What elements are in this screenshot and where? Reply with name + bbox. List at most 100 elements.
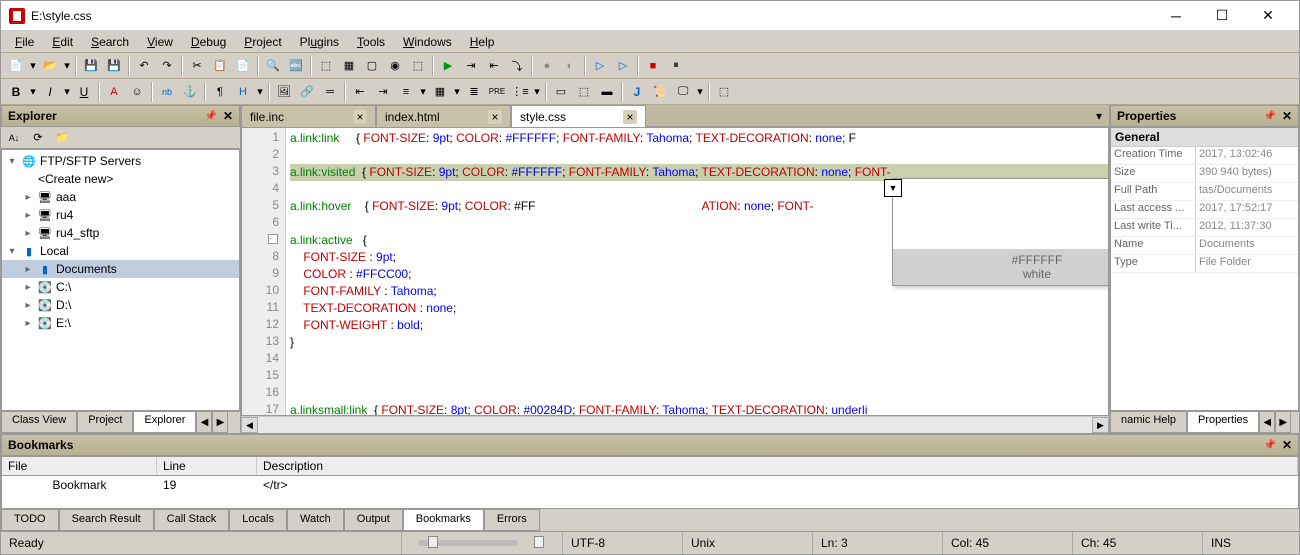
maximize-button[interactable]: ☐ <box>1199 1 1245 31</box>
bottom-tab[interactable]: Search Result <box>59 509 154 531</box>
minimize-button[interactable]: ─ <box>1153 1 1199 31</box>
hr-icon[interactable]: ═ <box>319 81 341 103</box>
new-file-icon[interactable]: 📄 <box>5 55 27 77</box>
color-tooltip[interactable]: ▼ #FFFFFFwhite <box>892 178 1109 286</box>
col-description[interactable]: Description <box>257 457 1298 475</box>
bottom-tab[interactable]: Locals <box>229 509 287 531</box>
property-row[interactable]: Last access ...2017, 17:52:17 <box>1111 201 1298 219</box>
play-icon[interactable]: ▷ <box>589 55 611 77</box>
scroll-right-icon[interactable]: ▶ <box>212 412 228 433</box>
highlight-icon[interactable]: ☺ <box>126 81 148 103</box>
tree-server[interactable]: ▸🖥ru4 <box>2 206 239 224</box>
open-dropdown-icon[interactable]: ▾ <box>62 55 72 77</box>
breakpoint-icon[interactable]: ● <box>536 55 558 77</box>
dropdown-icon[interactable]: ▾ <box>695 81 705 103</box>
menu-debug[interactable]: Debug <box>183 33 234 51</box>
dropdown-icon[interactable]: ▾ <box>255 81 265 103</box>
stop-icon[interactable]: ■ <box>642 55 664 77</box>
property-row[interactable]: Size390 940 bytes) <box>1111 165 1298 183</box>
status-eol[interactable]: Unix <box>682 532 812 554</box>
nbsp-icon[interactable]: nb <box>156 81 178 103</box>
dropdown-icon[interactable]: ▼ <box>884 179 902 197</box>
align-icon[interactable]: ≡ <box>395 81 417 103</box>
font-icon[interactable]: A <box>103 81 125 103</box>
layout-icon[interactable]: ⬚ <box>713 81 735 103</box>
close-tab-icon[interactable]: × <box>353 110 367 124</box>
status-encoding[interactable]: UTF-8 <box>562 532 682 554</box>
scroll-right-icon[interactable]: ▶ <box>1092 417 1109 433</box>
property-row[interactable]: Full Pathtas/Documents <box>1111 183 1298 201</box>
bottom-tab[interactable]: Errors <box>484 509 540 531</box>
refresh-icon[interactable]: ⟳ <box>27 127 49 149</box>
bookmark-row[interactable]: Bookmark 19 </tr> <box>1 476 1299 509</box>
image-icon[interactable]: 🖼 <box>273 81 295 103</box>
underline-icon[interactable]: U <box>73 81 95 103</box>
col-file[interactable]: File <box>2 457 157 475</box>
menu-help[interactable]: Help <box>462 33 503 51</box>
tab-explorer[interactable]: Explorer <box>133 412 196 433</box>
tab-classview[interactable]: Class View <box>1 412 77 433</box>
dropdown-icon[interactable]: ▾ <box>418 81 428 103</box>
menu-project[interactable]: Project <box>236 33 289 51</box>
replace-icon[interactable]: 🔤 <box>285 55 307 77</box>
explorer-tree[interactable]: ▾🌐FTP/SFTP Servers <Create new> ▸🖥aaa ▸🖥… <box>1 149 240 411</box>
close-icon[interactable]: ✕ <box>1282 109 1292 123</box>
sync-icon[interactable]: 📁 <box>51 127 73 149</box>
tab-project[interactable]: Project <box>77 412 133 433</box>
new-dropdown-icon[interactable]: ▾ <box>28 55 38 77</box>
pin-icon[interactable]: 📌 <box>1263 111 1275 122</box>
step-icon[interactable]: ⇥ <box>460 55 482 77</box>
tree-local-root[interactable]: ▾▮Local <box>2 242 239 260</box>
code-editor[interactable]: 1234567-891011121314151617 a.link:link {… <box>241 127 1109 416</box>
save-all-icon[interactable]: 💾 <box>103 55 125 77</box>
bottom-tab[interactable]: Watch <box>287 509 344 531</box>
indent-icon[interactable]: ⇤ <box>349 81 371 103</box>
preview-icon[interactable]: 🖵 <box>672 81 694 103</box>
close-icon[interactable]: ✕ <box>1282 438 1292 452</box>
tab-properties[interactable]: Properties <box>1187 412 1259 433</box>
step-icon[interactable]: ⇤ <box>483 55 505 77</box>
tree-drive[interactable]: ▸💽C:\ <box>2 278 239 296</box>
list-icon[interactable]: ⋮≡ <box>509 81 531 103</box>
scroll-right-icon[interactable]: ▶ <box>1275 412 1291 433</box>
dropdown-icon[interactable]: ▾ <box>28 81 38 103</box>
menu-tools[interactable]: Tools <box>349 33 393 51</box>
para-icon[interactable]: ¶ <box>209 81 231 103</box>
run-icon[interactable]: ▶ <box>437 55 459 77</box>
undo-icon[interactable]: ↶ <box>133 55 155 77</box>
bottom-tab[interactable]: Call Stack <box>154 509 230 531</box>
tool-icon[interactable]: ◉ <box>384 55 406 77</box>
property-row[interactable]: Last write Ti...2012, 11:37:30 <box>1111 219 1298 237</box>
tree-ftp-root[interactable]: ▾🌐FTP/SFTP Servers <box>2 152 239 170</box>
tree-server[interactable]: ▸🖥ru4_sftp <box>2 224 239 242</box>
dropdown-icon[interactable]: ▾ <box>532 81 542 103</box>
close-button[interactable]: ✕ <box>1245 1 1291 31</box>
save-icon[interactable]: 💾 <box>80 55 102 77</box>
dropdown-icon[interactable]: ▾ <box>62 81 72 103</box>
tool-icon[interactable]: ⬚ <box>407 55 429 77</box>
breakpoint-icon[interactable]: ◐ <box>559 55 581 77</box>
anchor-icon[interactable]: ⚓ <box>179 81 201 103</box>
pause-icon[interactable]: ⏸ <box>665 55 687 77</box>
close-tab-icon[interactable]: × <box>488 110 502 124</box>
tree-drive[interactable]: ▸💽E:\ <box>2 314 239 332</box>
editor-tab[interactable]: index.html× <box>376 105 511 127</box>
bold-icon[interactable]: B <box>5 81 27 103</box>
bottom-tab[interactable]: Output <box>344 509 403 531</box>
bottom-tab[interactable]: TODO <box>1 509 59 531</box>
menu-search[interactable]: Search <box>83 33 137 51</box>
bottom-tab[interactable]: Bookmarks <box>403 509 484 531</box>
property-group[interactable]: General <box>1111 128 1298 147</box>
heading-icon[interactable]: H <box>232 81 254 103</box>
editor-tab[interactable]: file.inc× <box>241 105 376 127</box>
css-icon[interactable]: 📜 <box>649 81 671 103</box>
redo-icon[interactable]: ↷ <box>156 55 178 77</box>
tree-create-new[interactable]: <Create new> <box>2 170 239 188</box>
copy-icon[interactable]: 📋 <box>209 55 231 77</box>
zoom-slider[interactable] <box>418 540 518 546</box>
pre-icon[interactable]: PRE <box>486 81 508 103</box>
status-ins[interactable]: INS <box>1202 532 1299 554</box>
link-icon[interactable]: 🔗 <box>296 81 318 103</box>
tool-icon[interactable]: ▦ <box>338 55 360 77</box>
open-icon[interactable]: 📂 <box>39 55 61 77</box>
